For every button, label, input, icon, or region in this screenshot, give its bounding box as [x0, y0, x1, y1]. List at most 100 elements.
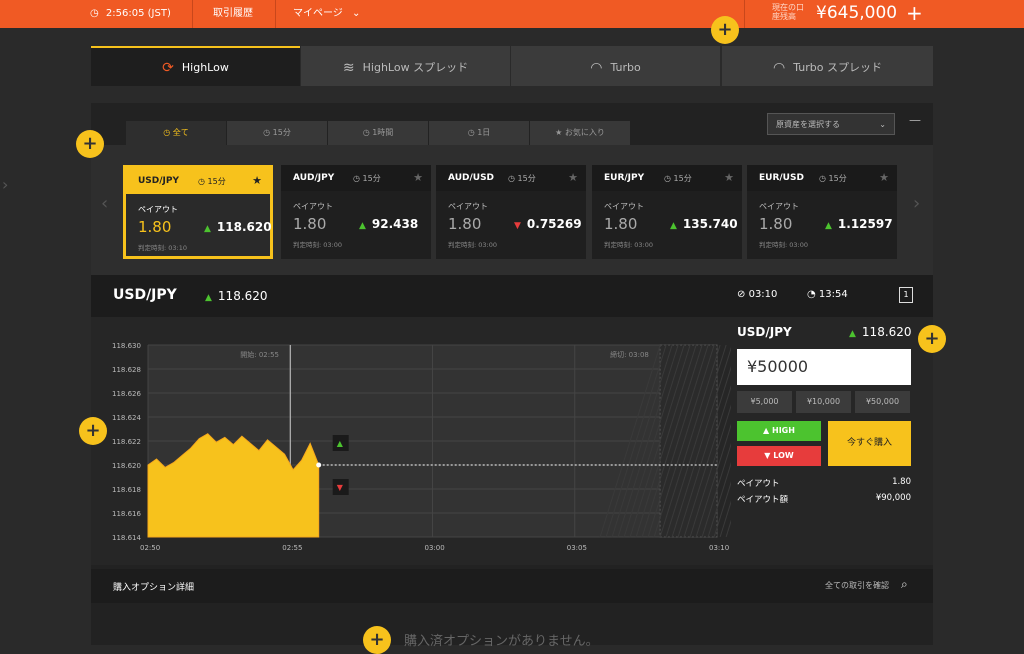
arrow-down-icon: ▼ [514, 221, 521, 231]
card-rate-value: 135.740 [682, 217, 738, 231]
hatch-line [725, 519, 731, 538]
star-icon[interactable]: ★ [252, 174, 262, 187]
star-icon[interactable]: ★ [413, 171, 423, 184]
card-payout: 1.80 [138, 218, 172, 236]
card-duration: ◷ 15分 [198, 177, 226, 186]
arrow-up-icon: ▲ [825, 221, 832, 231]
star-icon: ★ [555, 128, 563, 137]
filter-tab-label: お気に入り [564, 128, 605, 137]
preset-50000-button[interactable]: ¥50,000 [855, 391, 910, 413]
filter-tab-1hour[interactable]: ◷ 1時間 [328, 121, 428, 145]
chevron-down-icon: ⌄ [879, 120, 886, 129]
start-label: 開始: 02:55 [240, 350, 279, 359]
deposit-plus-icon[interactable]: + [906, 2, 923, 24]
card-header: USD/JPY ◷ 15分 ★ [126, 168, 270, 194]
high-button[interactable]: ▲ HIGH [737, 421, 821, 441]
card-payout-label: ペイアウト [604, 202, 644, 211]
spread-icon: ≋ [342, 60, 355, 76]
tab-label: Turbo [610, 61, 641, 74]
star-icon[interactable]: ★ [568, 171, 578, 184]
card-payout-label: ペイアウト [138, 205, 178, 214]
clock: ◷ 2:56:05 (JST) [90, 0, 171, 28]
collapse-icon[interactable]: — [909, 113, 921, 127]
asset-select[interactable]: 原資産を選択する ⌄ [767, 113, 895, 135]
tab-highlow-spread[interactable]: ≋ HighLow スプレッド [301, 46, 510, 86]
arrow-up-icon: ▲ [763, 426, 770, 435]
speedometer-dashed-icon: ◠ [773, 60, 786, 76]
history-link[interactable]: 取引履歴 [213, 0, 253, 28]
mypage-menu[interactable]: マイページ ⌄ [293, 0, 360, 28]
trade-rate: ▲ 118.620 [849, 325, 912, 339]
selected-rate-value: 118.620 [217, 289, 268, 303]
x-tick-label: 03:00 [425, 544, 445, 552]
buy-now-button[interactable]: 今すぐ購入 [828, 421, 911, 466]
payout-amount-label: ペイアウト額 [737, 495, 789, 505]
card-duration-text: 15分 [207, 177, 226, 186]
search-icon[interactable]: ⌕ [901, 577, 908, 592]
x-tick-label: 03:10 [709, 544, 729, 552]
selected-rate: ▲ 118.620 [205, 289, 268, 303]
asset-card-eurusd[interactable]: EUR/USD ◷ 15分 ★ ペイアウト 1.80 ▲ 1.12597 判定時刻… [747, 165, 897, 259]
card-payout-label: ペイアウト [448, 202, 488, 211]
card-pair: EUR/JPY [604, 173, 645, 183]
card-payout: 1.80 [759, 215, 793, 233]
card-duration: ◷ 15分 [664, 174, 692, 183]
clock-icon: ◷ [263, 128, 271, 137]
card-expiry: 判定時刻: 03:00 [293, 241, 342, 249]
y-tick-label: 118.628 [112, 366, 141, 374]
arrow-up-icon: ▲ [204, 224, 211, 234]
card-rate: ▲ 118.620 [204, 220, 272, 234]
chevron-down-icon: ⌄ [352, 8, 361, 19]
amount-input[interactable]: ¥50000 [737, 349, 911, 385]
preset-5000-button[interactable]: ¥5,000 [737, 391, 792, 413]
help-plus-icon[interactable]: + [76, 130, 104, 158]
chevron-left-icon[interactable]: ‹ [101, 193, 108, 214]
card-header: AUD/USD ◷ 15分 ★ [436, 165, 586, 191]
payout-amount-row: ペイアウト額 ¥90,000 [737, 493, 911, 505]
card-payout-label: ペイアウト [759, 202, 799, 211]
card-duration-text: 15分 [362, 174, 381, 183]
help-plus-icon[interactable]: + [918, 325, 946, 353]
filter-tab-15min[interactable]: ◷ 15分 [227, 121, 327, 145]
arrow-up-icon: ▲ [359, 221, 366, 231]
chevron-right-icon[interactable]: › [913, 193, 920, 214]
arrow-up-icon: ▲ [849, 329, 856, 339]
low-button[interactable]: ▼ LOW [737, 446, 821, 466]
mypage-label: マイページ [293, 8, 343, 19]
asset-card-usdjpy[interactable]: USD/JPY ◷ 15分 ★ ペイアウト 1.80 ▲ 118.620 判定時刻… [123, 165, 273, 259]
tab-turbo[interactable]: ◠ Turbo [511, 46, 720, 86]
card-payout: 1.80 [604, 215, 638, 233]
one-click-icon[interactable]: 1 [899, 287, 913, 303]
star-icon[interactable]: ★ [879, 171, 889, 184]
y-tick-label: 118.630 [112, 342, 141, 350]
clock-icon: ◷ [362, 128, 370, 137]
preset-10000-button[interactable]: ¥10,000 [796, 391, 851, 413]
x-tick-label: 02:50 [140, 544, 160, 552]
asset-card-audjpy[interactable]: AUD/JPY ◷ 15分 ★ ペイアウト 1.80 ▲ 92.438 判定時刻:… [281, 165, 431, 259]
filter-tab-all[interactable]: ◷ 全て [126, 121, 226, 145]
card-expiry: 判定時刻: 03:00 [604, 241, 653, 249]
card-rate: ▲ 92.438 [359, 217, 418, 231]
expiry-icon: ⊘ [737, 289, 746, 300]
filter-tab-1day[interactable]: ◷ 1日 [429, 121, 529, 145]
card-pair: AUD/JPY [293, 173, 335, 183]
tab-turbo-spread[interactable]: ◠ Turbo スプレッド [722, 46, 933, 86]
star-icon[interactable]: ★ [724, 171, 734, 184]
card-pair: AUD/USD [448, 173, 495, 183]
all-trades-link[interactable]: 全ての取引を確認 [825, 580, 889, 591]
chevron-left-icon[interactable]: › [2, 175, 8, 194]
current-price-point [316, 462, 322, 468]
price-chart[interactable]: 118.630 118.628 118.626 118.624 118.622 118.6… [91, 317, 731, 557]
help-plus-icon[interactable]: + [79, 417, 107, 445]
help-plus-icon[interactable]: + [711, 16, 739, 44]
filter-tab-favorites[interactable]: ★ お気に入り [530, 121, 630, 145]
asset-card-audusd[interactable]: AUD/USD ◷ 15分 ★ ペイアウト 1.80 ▼ 0.75269 判定時刻… [436, 165, 586, 259]
help-plus-icon[interactable]: + [363, 626, 391, 654]
y-tick-label: 118.624 [112, 414, 141, 422]
clock-icon: ◷ [467, 128, 475, 137]
time-remaining: ◔ 13:54 [807, 289, 848, 300]
asset-card-eurjpy[interactable]: EUR/JPY ◷ 15分 ★ ペイアウト 1.80 ▲ 135.740 判定時刻… [592, 165, 742, 259]
card-header: AUD/JPY ◷ 15分 ★ [281, 165, 431, 191]
tab-label: HighLow [181, 61, 229, 74]
tab-highlow[interactable]: ⟳ HighLow [91, 46, 300, 86]
